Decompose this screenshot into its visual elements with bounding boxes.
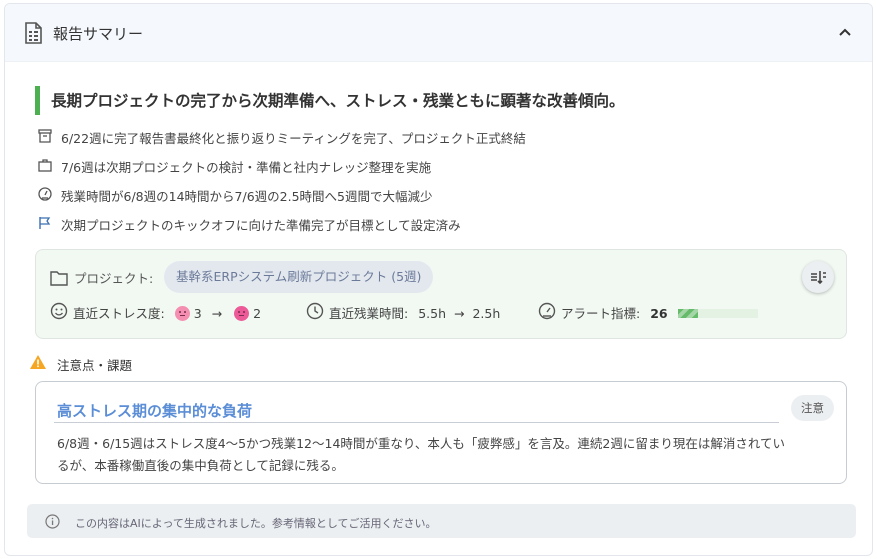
disclaimer-text: この内容はAIによって生成されました。参考情報としてご活用ください。 bbox=[75, 517, 437, 530]
clock-icon bbox=[306, 302, 324, 320]
archive-icon bbox=[38, 129, 52, 143]
bullet-text: 7/6週は次期プロジェクトの検討・準備と社内ナレッジ整理を実施 bbox=[61, 160, 432, 175]
warning-icon bbox=[30, 355, 46, 369]
sort-icon bbox=[811, 271, 826, 285]
overtime-to-value: 2.5h bbox=[472, 306, 501, 321]
bullet-text: 残業時間が6/8週の14時間から7/6週の2.5時間へ5週間で大幅減少 bbox=[61, 189, 433, 204]
project-label: プロジェクト: bbox=[74, 271, 154, 286]
stress-face-icon bbox=[174, 306, 190, 321]
info-icon bbox=[45, 514, 60, 529]
issues-title-text: 注意点・課題 bbox=[57, 358, 133, 373]
bullet-text: 次期プロジェクトのキックオフに向けた準備完了が目標として設定済み bbox=[61, 218, 461, 233]
project-info-panel: プロジェクト: 基幹系ERPシステム刷新プロジェクト (5週) 直近ストレス度:… bbox=[35, 249, 847, 339]
arrow-icon: → bbox=[211, 306, 223, 321]
issue-title-divider bbox=[54, 422, 779, 423]
alert-progress-fill bbox=[677, 309, 699, 318]
sort-options-button[interactable] bbox=[802, 261, 834, 293]
smiley-icon bbox=[50, 302, 68, 320]
issue-body: 6/8週・6/15週はストレス度4〜5かつ残業12〜14時間が重なり、本人も「疲… bbox=[57, 436, 785, 473]
chevron-up-icon[interactable] bbox=[834, 21, 856, 43]
report-summary-card: 報告サマリー 長期プロジェクトの完了から次期準備へ、ストレス・残業ともに顕著な改… bbox=[4, 3, 873, 556]
stress-from-value: 3 bbox=[193, 306, 202, 321]
stress-label: 直近ストレス度: bbox=[73, 306, 165, 321]
issue-title: 高ストレス期の集中的な負荷 bbox=[57, 402, 253, 420]
folder-icon bbox=[50, 271, 68, 286]
overtime-from-value: 5.5h bbox=[418, 306, 447, 321]
speedometer-icon bbox=[538, 302, 556, 320]
issue-card: 高ストレス期の集中的な負荷 注意 6/8週・6/15週はストレス度4〜5かつ残業… bbox=[35, 381, 847, 484]
card-title: 報告サマリー bbox=[53, 25, 144, 43]
alert-label: アラート指標: bbox=[561, 306, 641, 321]
headline-accent-bar bbox=[35, 86, 40, 115]
card-header[interactable]: 報告サマリー bbox=[5, 4, 872, 62]
issue-severity-badge: 注意 bbox=[791, 395, 834, 421]
bullet-text: 6/22週に完了報告書最終化と振り返りミーティングを完了、プロジェクト正式終結 bbox=[61, 131, 526, 146]
flag-icon bbox=[39, 217, 51, 229]
stress-to-value: 2 bbox=[253, 306, 262, 321]
stress-face-icon bbox=[234, 306, 250, 321]
speedometer-icon bbox=[38, 187, 52, 201]
overtime-label: 直近残業時間: bbox=[329, 306, 409, 321]
alert-progress-bar bbox=[677, 309, 758, 318]
project-name-chip: 基幹系ERPシステム刷新プロジェクト (5週) bbox=[164, 261, 434, 293]
arrow-icon: → bbox=[454, 306, 465, 321]
alert-value: 26 bbox=[650, 306, 668, 321]
ai-disclaimer: この内容はAIによって生成されました。参考情報としてご活用ください。 bbox=[27, 504, 856, 538]
briefcase-icon bbox=[38, 159, 52, 172]
summary-headline: 長期プロジェクトの完了から次期準備へ、ストレス・残業ともに顕著な改善傾向。 bbox=[51, 92, 625, 110]
report-document-icon bbox=[25, 22, 42, 44]
